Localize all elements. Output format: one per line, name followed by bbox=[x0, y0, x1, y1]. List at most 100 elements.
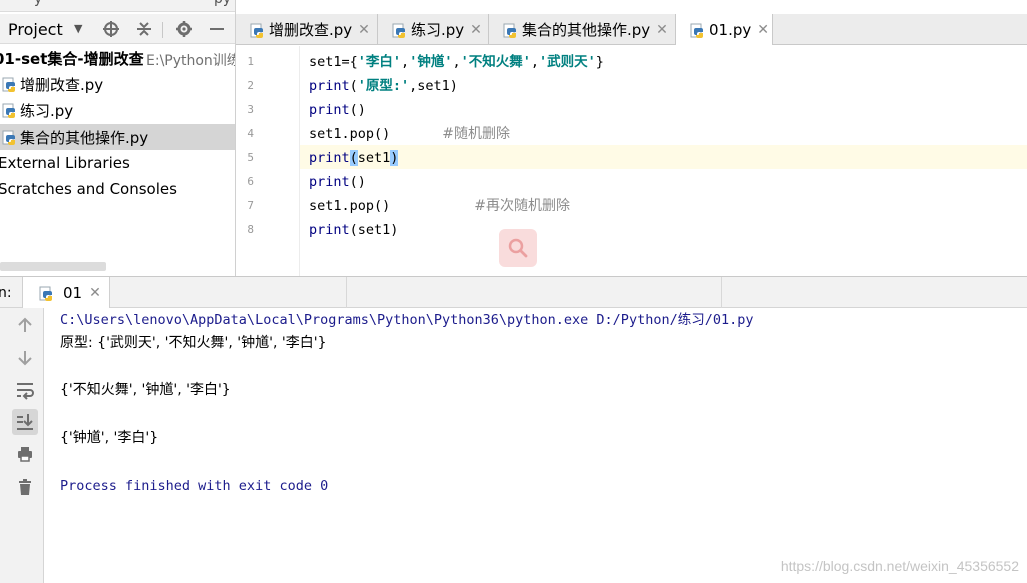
tab-file[interactable]: 集合的其他操作.py ✕ bbox=[489, 14, 676, 45]
python-file-icon bbox=[2, 130, 16, 145]
close-icon[interactable]: ✕ bbox=[757, 22, 769, 38]
builtin-function: print bbox=[309, 222, 350, 238]
code-token: , bbox=[401, 54, 410, 70]
console-output-line: 原型: {'武则天', '不知火舞', '钟馗', '李白'} bbox=[60, 335, 327, 351]
divider bbox=[721, 277, 722, 308]
python-file-icon bbox=[2, 103, 16, 118]
trash-icon[interactable] bbox=[12, 474, 38, 500]
tab-label: 练习.py bbox=[411, 21, 465, 39]
project-panel: y py Project ▼ 01-set集合-增删改查 E:\Python训练… bbox=[0, 0, 236, 276]
tree-item-scratches[interactable]: Scratches and Consoles bbox=[0, 176, 235, 202]
tree-item-label: External Libraries bbox=[0, 154, 130, 172]
builtin-function: print bbox=[309, 78, 350, 94]
code-token: () bbox=[349, 102, 366, 118]
string-literal: '原型:' bbox=[357, 78, 410, 94]
code-token: , bbox=[452, 54, 461, 70]
run-toolbar bbox=[0, 308, 44, 583]
code-line: set1={'李白','钟馗','不知火舞','武则天'} bbox=[309, 50, 604, 74]
matched-brace: ) bbox=[390, 150, 399, 166]
code-comment: #随机删除 bbox=[442, 126, 511, 142]
code-token: set1={ bbox=[309, 54, 358, 70]
run-console[interactable]: C:\Users\lenovo\AppData\Local\Programs\P… bbox=[44, 308, 1027, 583]
string-literal: '武则天' bbox=[539, 54, 596, 70]
builtin-function: print bbox=[309, 102, 350, 118]
project-panel-title[interactable]: Project bbox=[8, 20, 63, 39]
code-line: print(set1) bbox=[309, 218, 398, 242]
menu-fragment: py bbox=[214, 0, 231, 7]
python-run-icon bbox=[39, 286, 53, 301]
tab-file-active[interactable]: 01.py ✕ bbox=[676, 14, 773, 45]
line-number: 2 bbox=[247, 79, 254, 92]
line-number: 7 bbox=[247, 199, 254, 212]
code-line: print() bbox=[309, 98, 366, 122]
close-icon[interactable]: ✕ bbox=[358, 22, 370, 38]
code-token: ( bbox=[349, 78, 358, 94]
code-token: ,set1) bbox=[409, 78, 458, 94]
python-file-icon bbox=[392, 23, 406, 38]
code-line: set1.pop() #再次随机删除 bbox=[309, 194, 570, 218]
line-number: 3 bbox=[247, 103, 254, 116]
tree-item-label: 集合的其他操作.py bbox=[20, 128, 149, 147]
builtin-function: print bbox=[309, 174, 350, 190]
gear-icon[interactable] bbox=[173, 18, 195, 40]
divider bbox=[346, 277, 347, 308]
crosshair-icon[interactable] bbox=[100, 18, 122, 40]
close-icon[interactable]: ✕ bbox=[470, 22, 482, 38]
minimize-icon[interactable] bbox=[206, 18, 228, 40]
editor-tab-bar: 增删改查.py ✕ 练习.py ✕ 集合的其他操作.py ✕ 01.py ✕ bbox=[236, 14, 1027, 45]
code-token: set1.pop() bbox=[309, 126, 391, 142]
line-number: 1 bbox=[247, 55, 254, 68]
soft-wrap-icon[interactable] bbox=[12, 377, 38, 403]
tab-file[interactable]: 练习.py ✕ bbox=[378, 14, 489, 45]
line-number-gutter: 1 2 3 4 5 6 7 8 bbox=[236, 46, 300, 276]
collapse-icon[interactable] bbox=[133, 18, 155, 40]
close-icon[interactable]: ✕ bbox=[89, 285, 101, 301]
run-tab[interactable]: 01 ✕ bbox=[22, 277, 110, 308]
builtin-function: print bbox=[309, 150, 350, 166]
tab-label: 01.py bbox=[709, 20, 752, 39]
code-token: set1 bbox=[357, 150, 391, 166]
menu-fragment: y bbox=[34, 0, 42, 7]
matched-brace: ( bbox=[349, 150, 358, 166]
search-icon[interactable] bbox=[499, 229, 537, 267]
code-line-current: print(set1) bbox=[309, 146, 399, 170]
string-literal: '不知火舞' bbox=[460, 54, 531, 70]
tree-item-file[interactable]: 练习.py bbox=[0, 97, 235, 123]
code-token: (set1) bbox=[349, 222, 399, 238]
tab-file[interactable]: 增删改查.py ✕ bbox=[236, 14, 378, 45]
watermark: https://blog.csdn.net/weixin_45356552 bbox=[780, 558, 1019, 574]
console-command-line: C:\Users\lenovo\AppData\Local\Programs\P… bbox=[60, 312, 754, 328]
scroll-to-end-icon[interactable] bbox=[12, 409, 38, 435]
project-panel-header: Project ▼ bbox=[0, 14, 235, 44]
code-token: , bbox=[530, 54, 539, 70]
arrow-down-icon[interactable] bbox=[12, 345, 38, 371]
tree-item-file[interactable]: 增删改查.py bbox=[0, 71, 235, 97]
console-output-line: {'钟馗', '李白'} bbox=[60, 430, 159, 446]
menu-bar-partial: y py bbox=[0, 0, 235, 12]
arrow-up-icon[interactable] bbox=[12, 312, 38, 338]
string-literal: '李白' bbox=[357, 54, 402, 70]
code-editor[interactable]: 1 2 3 4 5 6 7 8 set1={'李白','钟馗','不知火舞','… bbox=[236, 46, 1027, 276]
close-icon[interactable]: ✕ bbox=[656, 22, 668, 38]
run-tab-label: 01 bbox=[63, 283, 83, 302]
console-output-line: {'不知火舞', '钟馗', '李白'} bbox=[60, 382, 231, 398]
tab-label: 增删改查.py bbox=[269, 21, 353, 39]
tree-item-label: 增删改查.py bbox=[20, 75, 104, 94]
line-number: 8 bbox=[247, 223, 254, 236]
horizontal-scrollbar[interactable] bbox=[0, 262, 106, 271]
code-line: print('原型:',set1) bbox=[309, 74, 458, 98]
chevron-down-icon[interactable]: ▼ bbox=[74, 22, 82, 35]
python-file-icon bbox=[503, 23, 517, 38]
tree-item-external-libraries[interactable]: External Libraries bbox=[0, 150, 235, 176]
code-line: set1.pop() #随机删除 bbox=[309, 122, 510, 146]
code-token: () bbox=[349, 174, 366, 190]
run-panel-header: n: 01 ✕ bbox=[0, 276, 1027, 308]
run-panel-label: n: bbox=[0, 285, 12, 301]
code-token: set1.pop() bbox=[309, 198, 391, 214]
tree-item-file-selected[interactable]: 集合的其他操作.py bbox=[0, 124, 235, 150]
tab-label: 集合的其他操作.py bbox=[522, 21, 651, 39]
print-icon[interactable] bbox=[12, 441, 38, 467]
code-comment: #再次随机删除 bbox=[474, 198, 571, 214]
tree-item-label: 练习.py bbox=[20, 101, 74, 120]
project-root-path: E:\Python训练 bbox=[146, 53, 236, 69]
